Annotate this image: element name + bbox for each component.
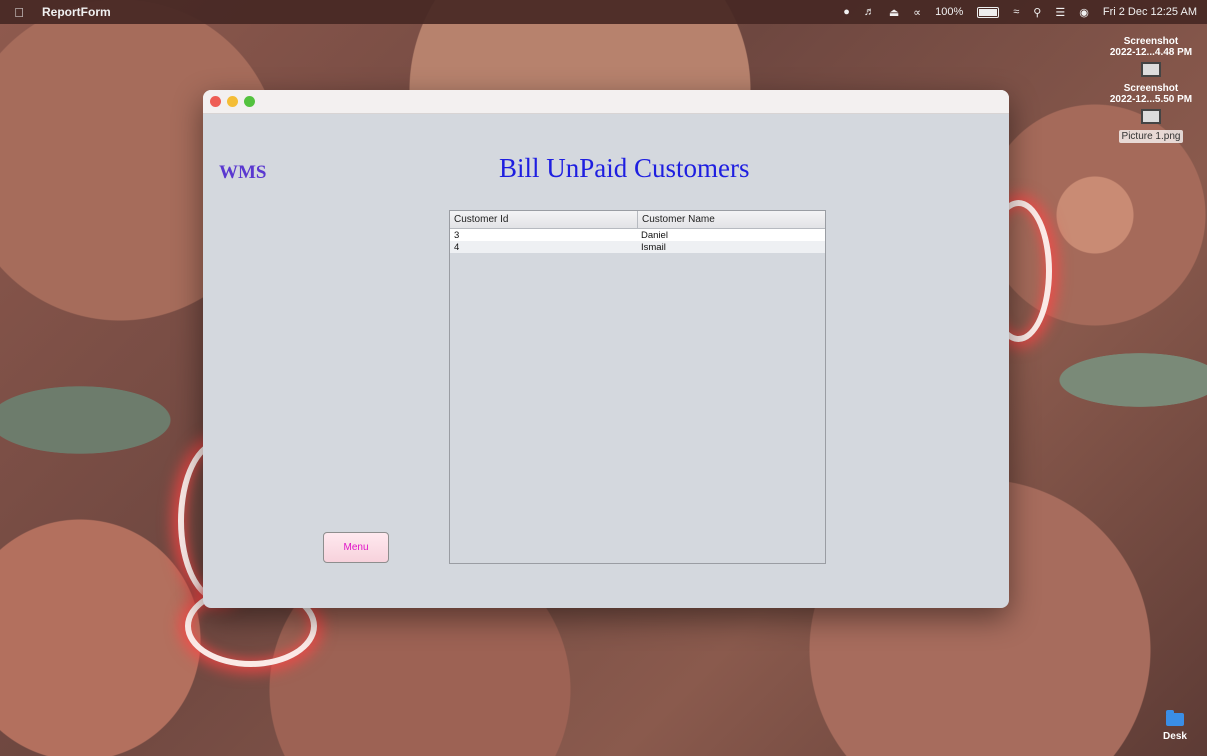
desktop-icons: Screenshot 2022-12...4.48 PM Screenshot … [1101, 36, 1201, 149]
image-file-icon [1141, 62, 1161, 77]
zoom-button[interactable] [244, 96, 255, 107]
elephant-icon[interactable]: ● [843, 6, 850, 18]
desktop-file-label: Picture 1.png [1118, 130, 1184, 143]
folder-icon [1166, 710, 1184, 726]
desktop-folder-label: Desk [1163, 731, 1187, 742]
search-icon[interactable]: ⚲ [1033, 6, 1041, 19]
volume-icon[interactable]: ♬ [864, 6, 875, 18]
minimize-button[interactable] [227, 96, 238, 107]
customers-table[interactable]: Customer Id Customer Name 3 Daniel 4 Ism… [449, 210, 826, 564]
app-logo: WMS [219, 162, 267, 183]
table-header: Customer Id Customer Name [450, 211, 825, 229]
cell-customer-id: 4 [454, 242, 460, 253]
clock[interactable]: Fri 2 Dec 12:25 AM [1103, 6, 1197, 18]
page-title: Bill UnPaid Customers [499, 153, 750, 183]
column-header-customer-id[interactable]: Customer Id [450, 211, 637, 228]
report-window: WMS Bill UnPaid Customers Customer Id Cu… [203, 90, 1009, 608]
table-row[interactable]: 3 Daniel [450, 229, 825, 241]
battery-percent: 100% [935, 6, 964, 18]
cell-customer-id: 3 [454, 230, 460, 241]
desktop-file-picture[interactable]: Picture 1.png [1101, 130, 1201, 143]
cell-customer-name: Ismail [641, 242, 666, 253]
desktop-file-screenshot-2[interactable]: Screenshot 2022-12...5.50 PM [1101, 83, 1201, 124]
window-titlebar[interactable] [203, 90, 1009, 114]
desktop-file-label: Screenshot 2022-12...4.48 PM [1109, 36, 1193, 58]
status-area: ● ♬ ⏏ ∝ 100% ≈ ⚲ ☰ ◉ Fri 2 Dec 12:25 AM [843, 0, 1197, 24]
battery-icon[interactable] [977, 6, 1000, 18]
menu-bar:  ReportForm ● ♬ ⏏ ∝ 100% ≈ ⚲ ☰ ◉ Fri 2 … [0, 0, 1207, 24]
cell-customer-name: Daniel [641, 230, 668, 241]
eject-icon[interactable]: ⏏ [889, 6, 899, 19]
apple-icon[interactable]:  [12, 5, 26, 20]
bluetooth-icon[interactable]: ∝ [913, 6, 921, 19]
desktop-file-label: Screenshot 2022-12...5.50 PM [1109, 83, 1193, 105]
image-file-icon [1141, 109, 1161, 124]
table-row[interactable]: 4 Ismail [450, 241, 825, 253]
close-button[interactable] [210, 96, 221, 107]
desktop-folder-desk[interactable]: Desk [1155, 710, 1195, 742]
menu-button[interactable]: Menu [323, 532, 389, 563]
siri-icon[interactable]: ◉ [1079, 6, 1089, 19]
desktop-file-screenshot-1[interactable]: Screenshot 2022-12...4.48 PM [1101, 36, 1201, 77]
app-menu-name[interactable]: ReportForm [42, 5, 111, 19]
control-center-icon[interactable]: ☰ [1055, 6, 1065, 19]
wifi-icon[interactable]: ≈ [1013, 6, 1019, 18]
column-header-customer-name[interactable]: Customer Name [637, 211, 825, 228]
